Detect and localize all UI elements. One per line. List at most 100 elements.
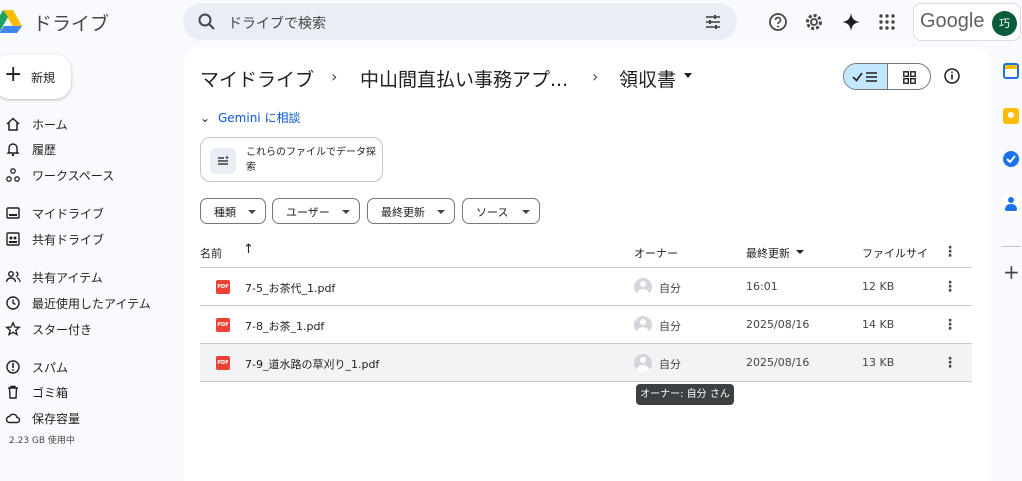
sidebar-item-spam[interactable]: スパム bbox=[0, 355, 175, 379]
list-view-button[interactable] bbox=[844, 64, 888, 89]
drive-logo-icon[interactable] bbox=[0, 9, 22, 33]
gemini-suggestion-chip[interactable]: これらのファイルでデータ探索 bbox=[200, 137, 383, 182]
filter-people[interactable]: ユーザー bbox=[272, 198, 360, 224]
rail-divider bbox=[1001, 246, 1021, 247]
file-name[interactable]: 7-5_お茶代_1.pdf bbox=[245, 280, 335, 296]
column-owner[interactable]: オーナー bbox=[634, 245, 678, 261]
column-size[interactable]: ファイルサイ bbox=[862, 245, 928, 261]
sort-arrow-up-icon[interactable]: ↑ bbox=[243, 242, 254, 257]
calendar-icon[interactable] bbox=[1003, 63, 1019, 79]
table-row[interactable]: PDF 7-9_道水路の草刈り_1.pdf 自分 2025/08/16 13 K… bbox=[200, 344, 972, 382]
sidebar-item-label: 共有アイテム bbox=[32, 271, 103, 285]
filter-label: 最終更新 bbox=[381, 206, 425, 219]
sidebar-item-my-drive[interactable]: マイドライブ bbox=[0, 201, 175, 225]
gemini-sparkle-icon[interactable] bbox=[840, 11, 862, 33]
sidebar-item-history[interactable]: 履歴 bbox=[0, 137, 175, 161]
owner-avatar-icon bbox=[634, 278, 652, 296]
avatar[interactable]: 巧 bbox=[992, 11, 1017, 36]
more-actions-icon[interactable]: ⋮ bbox=[943, 354, 957, 372]
modified-date: 2025/08/16 bbox=[746, 318, 810, 331]
breadcrumb-item-folder[interactable]: 中山間直払い事務アプ... bbox=[360, 65, 568, 92]
help-icon[interactable] bbox=[767, 11, 789, 33]
keep-icon[interactable] bbox=[1003, 108, 1019, 124]
column-options-icon[interactable]: ⋮ bbox=[943, 243, 957, 261]
sidebar-item-label: スパム bbox=[32, 361, 69, 375]
sidebar-item-label: ホーム bbox=[32, 118, 68, 132]
filter-label: ユーザー bbox=[286, 206, 330, 219]
filter-source[interactable]: ソース bbox=[462, 198, 540, 224]
sidebar-item-shared-with-me[interactable]: 共有アイテム bbox=[0, 265, 175, 289]
table-row[interactable]: PDF 7-5_お茶代_1.pdf 自分 16:01 12 KB ⋮ bbox=[200, 268, 972, 306]
file-size: 13 KB bbox=[862, 356, 895, 369]
tasks-icon[interactable] bbox=[1003, 151, 1019, 167]
breadcrumb-item-current[interactable]: 領収書 bbox=[619, 65, 676, 92]
sidebar-item-label: 保存容量 bbox=[32, 412, 81, 426]
cloud-icon bbox=[5, 413, 21, 424]
sidebar-item-recent[interactable]: 最近使用したアイテム bbox=[0, 291, 175, 315]
sidebar-item-label: 共有ドライブ bbox=[32, 233, 105, 247]
sidebar-item-storage[interactable]: 保存容量 bbox=[0, 406, 175, 430]
owner-avatar-icon bbox=[634, 316, 652, 334]
grid-view-button[interactable] bbox=[888, 64, 930, 89]
owner-name: 自分 bbox=[659, 282, 681, 295]
more-actions-icon[interactable]: ⋮ bbox=[943, 278, 957, 296]
contacts-icon[interactable] bbox=[1003, 196, 1019, 212]
gemini-toggle[interactable]: ⌄ Gemini に相談 bbox=[200, 109, 300, 126]
account-button[interactable]: Google 巧 bbox=[913, 3, 1021, 41]
file-name[interactable]: 7-9_道水路の草刈り_1.pdf bbox=[245, 356, 379, 372]
caret-down-icon bbox=[342, 210, 350, 214]
trash-icon bbox=[8, 385, 18, 399]
filter-modified[interactable]: 最終更新 bbox=[367, 198, 455, 224]
sidebar-item-workspace[interactable]: ワークスペース bbox=[0, 163, 175, 187]
caret-down-icon bbox=[522, 210, 530, 214]
filter-type[interactable]: 種類 bbox=[200, 198, 266, 224]
table-row[interactable]: PDF 7-8_お茶_1.pdf 自分 2025/08/16 14 KB ⋮ bbox=[200, 306, 972, 344]
settings-gear-icon[interactable] bbox=[803, 11, 825, 33]
more-actions-icon[interactable]: ⋮ bbox=[943, 316, 957, 334]
column-modified[interactable]: 最終更新 bbox=[746, 245, 790, 261]
add-addon-icon[interactable]: + bbox=[1003, 262, 1020, 282]
sort-caret-down-icon[interactable] bbox=[796, 250, 804, 254]
owner-name: 自分 bbox=[659, 358, 681, 371]
search-icon[interactable] bbox=[197, 12, 217, 32]
modified-date: 2025/08/16 bbox=[746, 356, 810, 369]
caret-down-icon bbox=[248, 210, 256, 214]
sidebar-item-trash[interactable]: ゴミ箱 bbox=[0, 380, 175, 404]
owner-tooltip: オーナー: 自分 さん bbox=[636, 384, 734, 405]
column-name[interactable]: 名前 bbox=[200, 245, 222, 261]
new-button-label: 新規 bbox=[31, 71, 56, 85]
my-drive-icon bbox=[6, 207, 20, 219]
app-name[interactable]: ドライブ bbox=[33, 9, 109, 36]
breadcrumb-separator: › bbox=[331, 67, 338, 86]
google-brand: Google bbox=[920, 10, 985, 32]
sidebar-item-shared-drive[interactable]: 共有ドライブ bbox=[0, 227, 175, 251]
caret-down-icon[interactable] bbox=[684, 73, 692, 78]
sidebar-item-home[interactable]: ホーム bbox=[0, 112, 175, 136]
table-header: 名前 ↑ オーナー 最終更新 ファイルサイ ⋮ bbox=[200, 236, 972, 268]
sidebar-item-label: マイドライブ bbox=[32, 207, 105, 221]
top-bar: ドライブ ドライブで検索 Google 巧 bbox=[0, 0, 1022, 46]
workspace-icon bbox=[6, 168, 20, 182]
sidebar-item-label: 最近使用したアイテム bbox=[32, 297, 151, 311]
breadcrumb-item-my-drive[interactable]: マイドライブ bbox=[200, 65, 314, 92]
file-size: 14 KB bbox=[862, 318, 895, 331]
file-name[interactable]: 7-8_お茶_1.pdf bbox=[245, 318, 324, 334]
search-bar[interactable]: ドライブで検索 bbox=[183, 3, 737, 40]
new-button[interactable]: + 新規 bbox=[0, 54, 71, 99]
sidebar-item-label: ワークスペース bbox=[32, 169, 115, 183]
sidebar-item-label: スター付き bbox=[32, 323, 93, 337]
sidebar-item-starred[interactable]: スター付き bbox=[0, 317, 175, 341]
home-icon bbox=[6, 117, 20, 131]
view-toggle bbox=[843, 63, 931, 90]
side-panel-rail: + bbox=[989, 47, 1022, 481]
search-options-icon[interactable] bbox=[703, 12, 723, 32]
apps-grid-icon[interactable] bbox=[876, 11, 898, 33]
info-icon[interactable] bbox=[943, 67, 961, 85]
sidebar-item-label: ゴミ箱 bbox=[32, 386, 69, 400]
caret-down-icon bbox=[437, 210, 445, 214]
search-input[interactable]: ドライブで検索 bbox=[228, 13, 326, 33]
clock-icon bbox=[6, 296, 20, 310]
suggestion-text: これらのファイルでデータ探索 bbox=[246, 147, 376, 173]
bell-icon bbox=[6, 143, 20, 157]
filter-label: 種類 bbox=[214, 206, 236, 219]
